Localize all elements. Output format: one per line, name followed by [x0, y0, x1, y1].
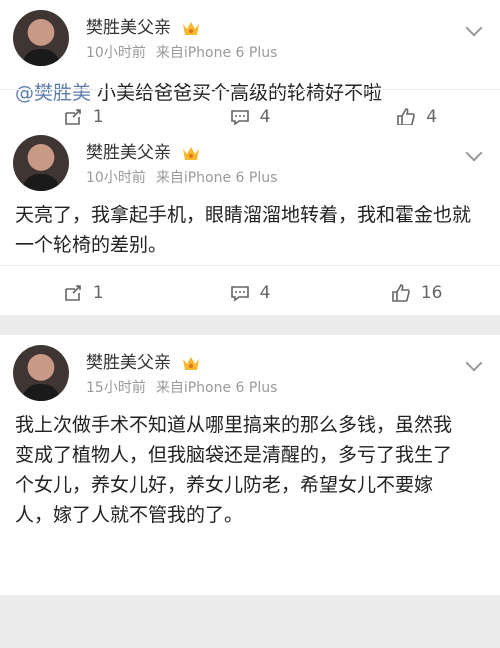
author-name[interactable]: 樊胜美父亲 — [86, 13, 200, 38]
post-header: 樊胜美父亲 10小时前 来自iPhone 6 Plus — [0, 0, 500, 72]
chevron-down-icon[interactable] — [465, 354, 483, 372]
repost-count: 1 — [92, 106, 104, 127]
post-meta: 10小时前 来自iPhone 6 Plus — [86, 167, 277, 187]
post-card: 樊胜美父亲 10小时前 来自iPhone 6 Plus 天亮了，我拿起手机，眼睛溜… — [0, 125, 500, 315]
post-header: 樊胜美父亲 15小时前 来自iPhone 6 Plus — [0, 335, 500, 407]
avatar[interactable] — [13, 10, 69, 66]
vip-crown-icon — [183, 147, 200, 160]
repost-icon — [65, 284, 81, 301]
vip-crown-icon — [183, 22, 200, 35]
thumbs-up-icon — [392, 283, 410, 302]
like-button[interactable]: 4 — [333, 107, 500, 127]
like-count: 4 — [426, 106, 438, 127]
vip-crown-icon — [183, 357, 200, 370]
post-source: 来自iPhone 6 Plus — [155, 380, 278, 396]
author-name[interactable]: 樊胜美父亲 — [86, 138, 200, 163]
comment-button[interactable]: 4 — [167, 283, 334, 303]
repost-button[interactable]: 1 — [0, 107, 167, 127]
post-card: 樊胜美父亲 10小时前 来自iPhone 6 Plus @樊胜美 小美给爸爸买个高… — [0, 0, 500, 127]
post-header: 樊胜美父亲 10小时前 来自iPhone 6 Plus — [0, 125, 500, 197]
post-time: 10小时前 — [86, 170, 146, 186]
comment-count: 4 — [259, 106, 271, 127]
comment-icon — [230, 285, 249, 302]
repost-button[interactable]: 1 — [0, 283, 167, 303]
thumbs-up-icon — [397, 107, 416, 126]
comment-icon — [230, 109, 249, 126]
action-bar: 1 4 16 — [0, 265, 500, 319]
author-name[interactable]: 樊胜美父亲 — [86, 348, 200, 373]
post-time: 10小时前 — [86, 45, 146, 61]
post-meta: 10小时前 来自iPhone 6 Plus — [86, 42, 277, 62]
comment-count: 4 — [259, 282, 271, 303]
post-time: 15小时前 — [86, 380, 146, 396]
repost-count: 1 — [92, 282, 104, 303]
post-source: 来自iPhone 6 Plus — [155, 45, 278, 61]
chevron-down-icon[interactable] — [465, 144, 483, 162]
comment-button[interactable]: 4 — [167, 107, 334, 127]
post-source: 来自iPhone 6 Plus — [155, 170, 278, 186]
like-button[interactable]: 16 — [333, 283, 500, 303]
post-card: 樊胜美父亲 15小时前 来自iPhone 6 Plus 我上次做手术不知道从哪里搞… — [0, 335, 500, 595]
repost-icon — [65, 108, 81, 125]
post-text: 我上次做手术不知道从哪里搞来的那么多钱，虽然我变成了植物人，但我脑袋还是清醒的，… — [15, 414, 453, 526]
like-count: 16 — [420, 282, 443, 303]
weibo-feed: 樊胜美父亲 10小时前 来自iPhone 6 Plus @樊胜美 小美给爸爸买个高… — [0, 0, 500, 595]
avatar[interactable] — [13, 345, 69, 401]
post-meta: 15小时前 来自iPhone 6 Plus — [86, 377, 277, 397]
post-text: 天亮了，我拿起手机，眼睛溜溜地转着，我和霍金也就一个轮椅的差别。 — [15, 204, 472, 256]
chevron-down-icon[interactable] — [465, 19, 483, 37]
avatar[interactable] — [13, 135, 69, 191]
